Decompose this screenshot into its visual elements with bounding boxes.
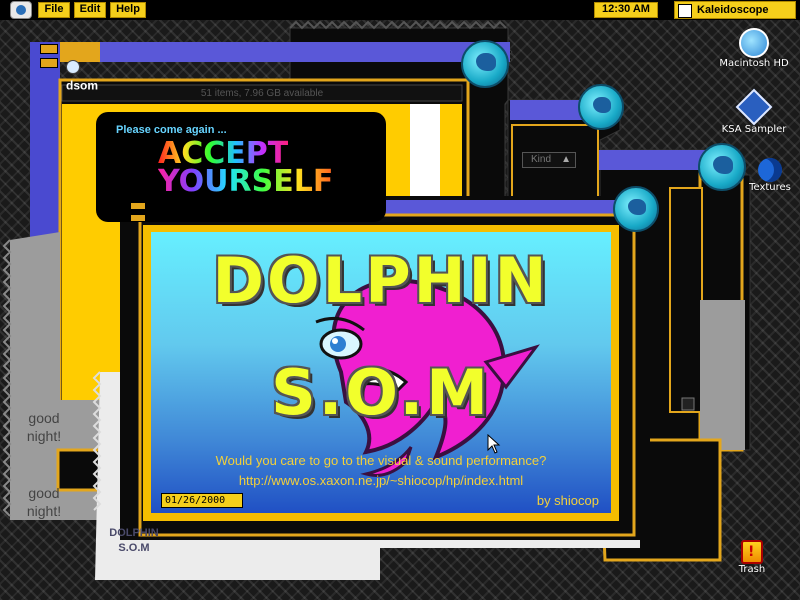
byline: by shiocop (536, 493, 599, 508)
performance-question: Would you care to go to the visual & sou… (215, 453, 547, 468)
app-icon (735, 88, 773, 126)
date-field: 01/26/2000 (161, 493, 243, 508)
good-night-text: good night! (18, 409, 70, 445)
trash-icon: ! (741, 540, 763, 564)
desktop-icon-macintosh-hd[interactable]: Macintosh HD (718, 28, 790, 69)
main-zoom-box[interactable] (130, 214, 146, 222)
banner-top-text: Please come again ... (116, 124, 227, 136)
desktop-icon-ksa-sampler[interactable]: KSA Sampler (718, 88, 790, 135)
desktop-icon-label: Trash (738, 564, 766, 575)
desktop-icon-label: Macintosh HD (719, 58, 789, 69)
title-dolphin: DOLPHIN (212, 244, 550, 317)
dsom-window-title[interactable]: dsom (66, 56, 106, 93)
kind-column-header[interactable]: Kind ▲ (522, 152, 576, 168)
mouse-pointer-icon (487, 434, 501, 454)
dolphin-som-line: S.O.M (118, 542, 150, 554)
dolphin-som-line: DOLPHIN (109, 527, 159, 539)
desktop-icon-label: KSA Sampler (721, 124, 787, 135)
desktop-icon-textures[interactable]: Textures (740, 158, 800, 193)
dolphin-badge-icon (461, 40, 509, 88)
good-night-line: night! (26, 428, 62, 444)
kind-column-label: Kind (531, 154, 552, 165)
dolphin-badge-icon (613, 186, 659, 232)
good-night-text: good night! (18, 484, 70, 520)
dolphin-som-label: DOLPHIN S.O.M (102, 526, 166, 556)
dsom-info-bar: 51 items, 7.96 GB available (200, 88, 324, 99)
folder-icon (66, 59, 80, 74)
sort-arrow-icon: ▲ (561, 154, 571, 165)
dolphin-badge-icon (698, 143, 746, 191)
main-window: DOLPHIN S.O.M Would you care to go to th… (151, 232, 611, 513)
dsom-close-box[interactable] (40, 44, 58, 54)
desktop-icon-trash[interactable]: ! Trash (730, 540, 774, 575)
dsom-zoom-box[interactable] (40, 58, 58, 68)
banner-line-2: YOURSELF (158, 164, 334, 199)
good-night-line: night! (26, 503, 62, 519)
good-night-line: good (28, 410, 60, 426)
main-close-box[interactable] (130, 202, 146, 210)
desktop-icon-label: Textures (749, 182, 791, 193)
good-night-line: good (28, 485, 60, 501)
trash-symbol-icon: ! (748, 544, 755, 560)
title-som: S.O.M (271, 356, 491, 429)
dolphin-badge-icon (578, 84, 624, 130)
performance-url[interactable]: http://www.os.xaxon.ne.jp/~shiocop/hp/in… (151, 473, 611, 488)
hard-disk-icon (739, 28, 769, 58)
folder-icon (758, 158, 782, 182)
